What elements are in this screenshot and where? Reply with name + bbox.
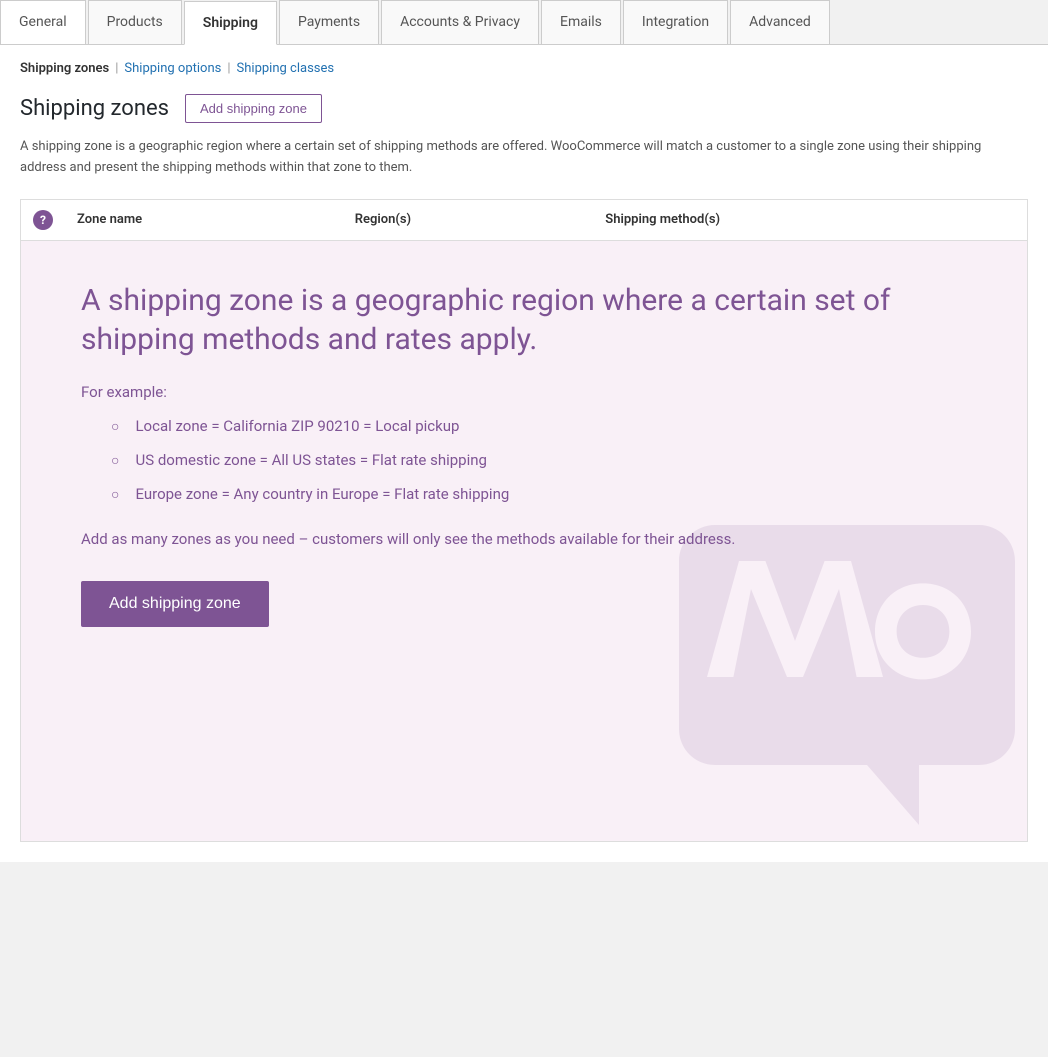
- example-item-1: Local zone = California ZIP 90210 = Loca…: [111, 417, 967, 435]
- section-header: Shipping zones Add shipping zone: [20, 94, 1028, 123]
- examples-list: Local zone = California ZIP 90210 = Loca…: [111, 417, 967, 503]
- section-description: A shipping zone is a geographic region w…: [20, 137, 1000, 179]
- add-shipping-zone-button-header[interactable]: Add shipping zone: [185, 94, 322, 123]
- tab-general[interactable]: General: [0, 0, 86, 44]
- table-header-method: Shipping method(s): [593, 199, 1027, 240]
- example-item-2: US domestic zone = All US states = Flat …: [111, 451, 967, 469]
- empty-state-heading: A shipping zone is a geographic region w…: [81, 281, 941, 359]
- empty-state: A shipping zone is a geographic region w…: [21, 241, 1027, 841]
- tab-integration[interactable]: Integration: [623, 0, 728, 44]
- subnav-sep-2: |: [227, 61, 230, 76]
- page-wrapper: General Products Shipping Payments Accou…: [0, 0, 1048, 862]
- add-many-zones-text: Add as many zones as you need – customer…: [81, 527, 901, 551]
- subnav-sep-1: |: [115, 61, 118, 76]
- tab-advanced[interactable]: Advanced: [730, 0, 830, 44]
- subnav-shipping-options[interactable]: Shipping options: [124, 61, 221, 76]
- subnav-shipping-classes[interactable]: Shipping classes: [237, 61, 335, 76]
- for-example-label: For example:: [81, 383, 967, 401]
- tab-payments[interactable]: Payments: [279, 0, 379, 44]
- tab-shipping[interactable]: Shipping: [184, 1, 277, 45]
- subnav-shipping-zones[interactable]: Shipping zones: [20, 61, 109, 76]
- tab-accounts-privacy[interactable]: Accounts & Privacy: [381, 0, 539, 44]
- section-title: Shipping zones: [20, 96, 169, 121]
- nav-tabs: General Products Shipping Payments Accou…: [0, 0, 1048, 45]
- tab-products[interactable]: Products: [88, 0, 182, 44]
- example-item-3: Europe zone = Any country in Europe = Fl…: [111, 485, 967, 503]
- table-header-icon: ?: [21, 199, 66, 240]
- table-header-zone: Zone name: [65, 199, 343, 240]
- help-icon[interactable]: ?: [33, 210, 53, 230]
- sub-nav: Shipping zones | Shipping options | Ship…: [20, 61, 1028, 76]
- table-header-region: Region(s): [343, 199, 594, 240]
- add-shipping-zone-button-main[interactable]: Add shipping zone: [81, 581, 269, 627]
- content-area: Shipping zones | Shipping options | Ship…: [0, 45, 1048, 862]
- tab-emails[interactable]: Emails: [541, 0, 621, 44]
- zones-table: ? Zone name Region(s) Shipping method(s): [20, 199, 1028, 842]
